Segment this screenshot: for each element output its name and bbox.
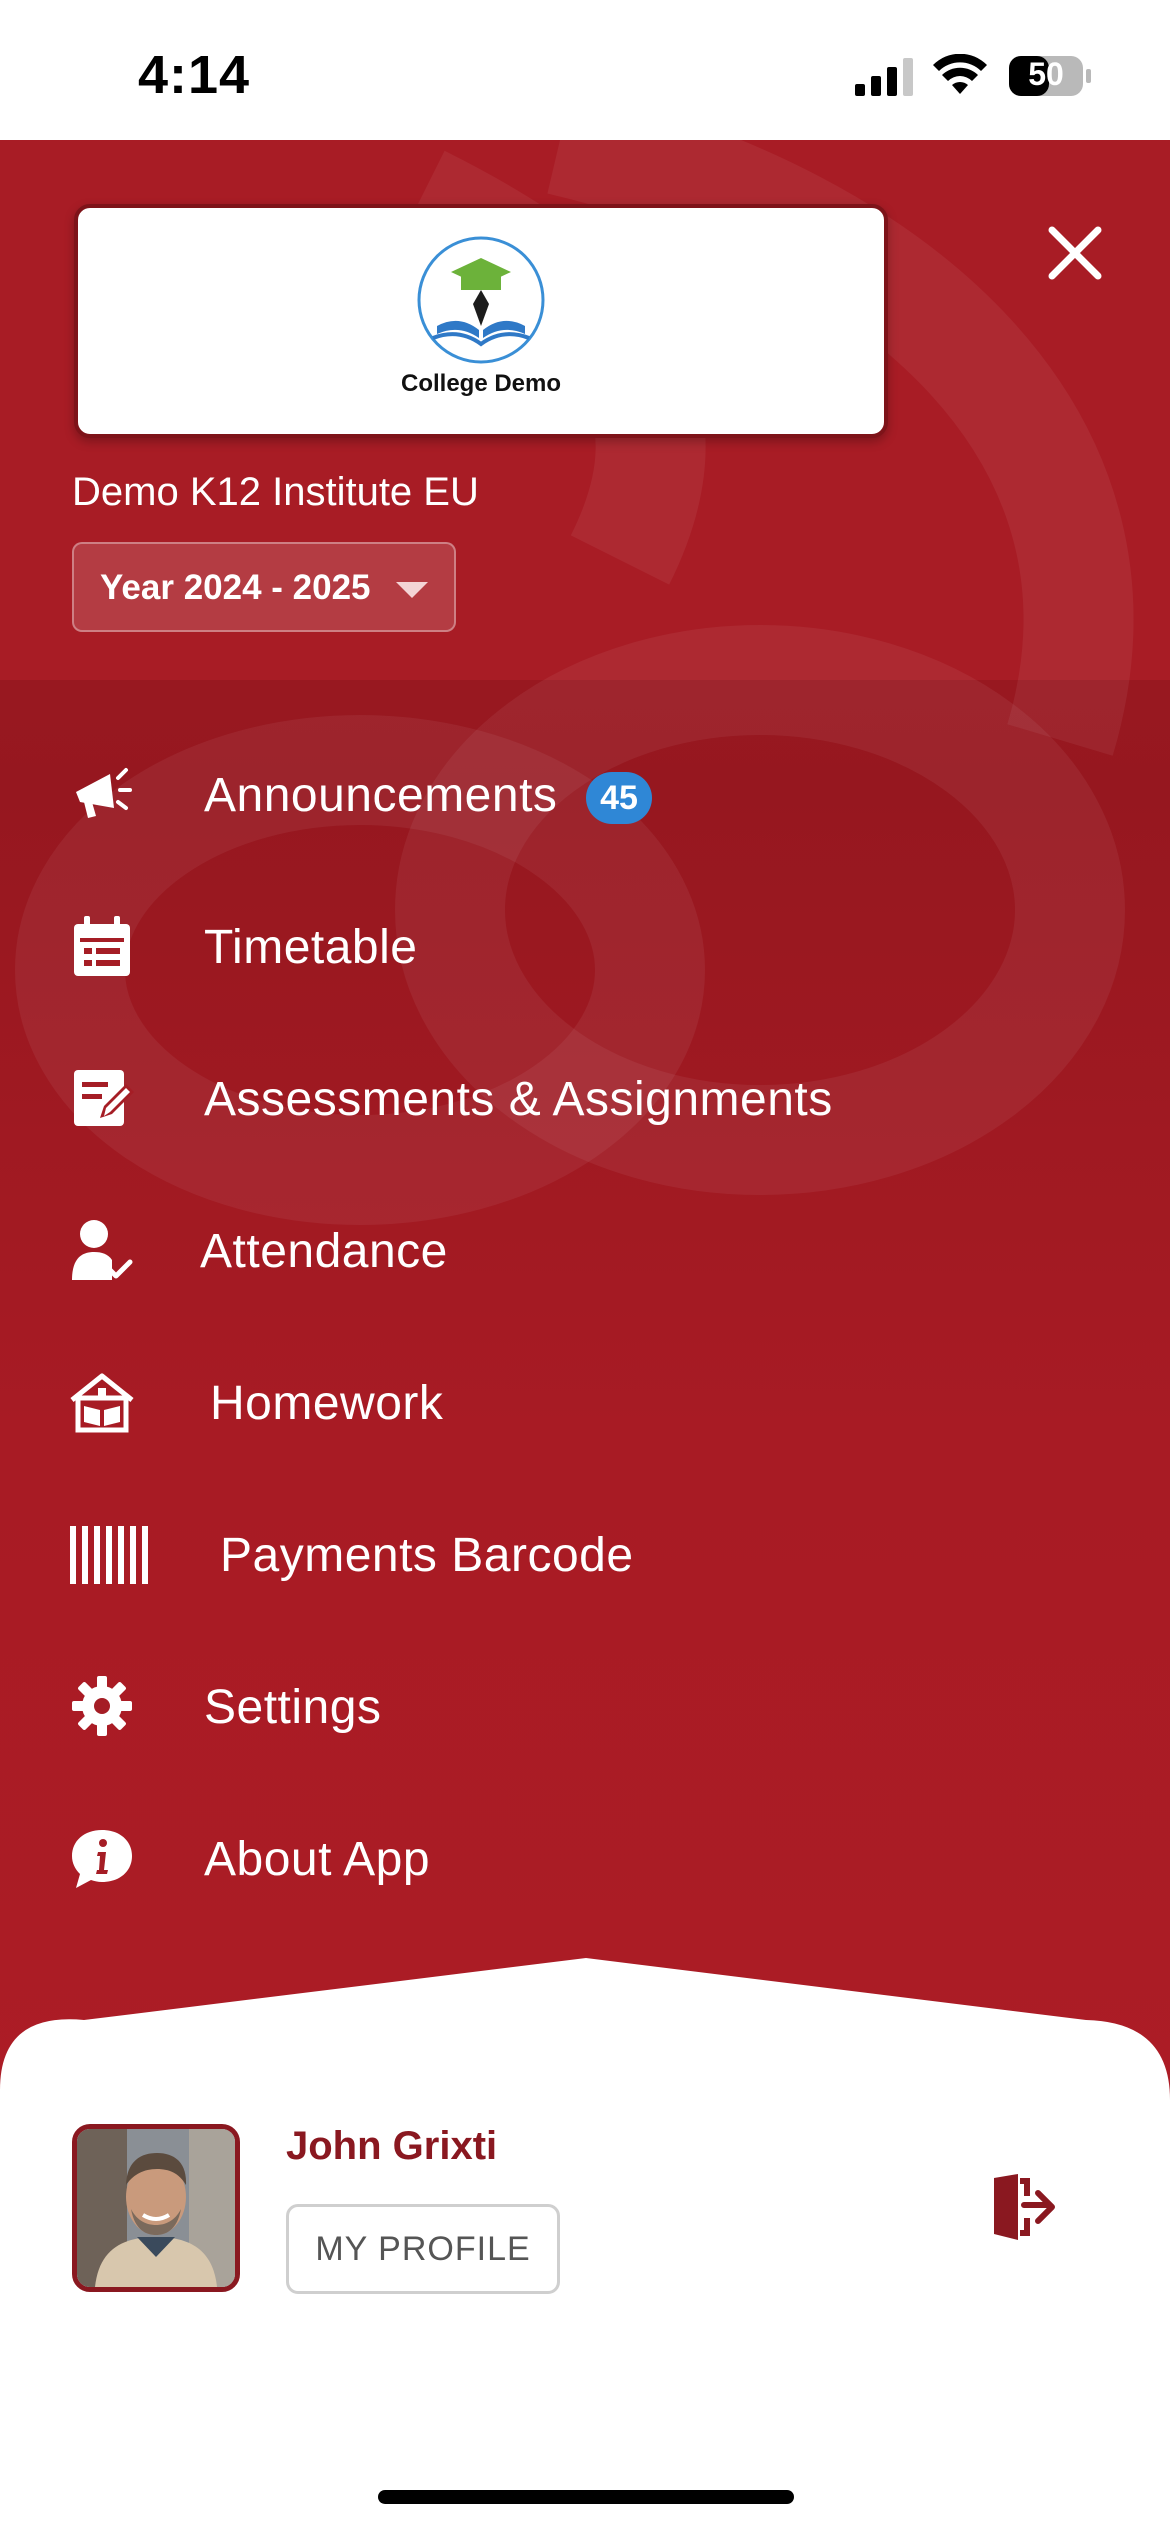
announcements-count-badge: 45 [586,772,652,824]
menu-label-payments-barcode: Payments Barcode [220,1529,634,1582]
institution-logo-card: College Demo [74,204,888,438]
menu-item-assessments[interactable]: Assessments & Assignments [0,1036,1170,1156]
megaphone-icon [76,768,132,818]
close-icon[interactable] [1040,218,1110,288]
avatar[interactable] [72,2124,240,2292]
menu-item-homework[interactable]: Homework [0,1340,1170,1460]
logo-text: College Demo [400,370,562,397]
chevron-down-icon [396,582,428,598]
user-name: John Grixti [286,2124,498,2168]
menu-item-payments-barcode[interactable]: Payments Barcode [0,1492,1170,1612]
edit-document-icon [74,1070,134,1126]
my-profile-button[interactable]: MY PROFILE [286,2204,560,2294]
institute-name: Demo K12 Institute EU [72,470,479,514]
status-time: 4:14 [138,45,251,105]
barcode-icon [70,1526,148,1584]
menu-item-settings[interactable]: Settings [0,1644,1170,1764]
menu-item-timetable[interactable]: Timetable [0,884,1170,1004]
menu-label-timetable: Timetable [204,921,418,974]
cellular-signal-icon [855,58,913,96]
menu-item-announcements[interactable]: Announcements 45 [0,732,1170,852]
menu-label-settings: Settings [204,1681,382,1734]
wifi-icon [933,54,987,94]
menu-item-attendance[interactable]: Attendance [0,1188,1170,1308]
gear-icon [72,1676,132,1736]
menu-label-announcements: Announcements [204,769,558,822]
calendar-icon [74,916,130,976]
menu-label-attendance: Attendance [200,1225,448,1278]
person-check-icon [72,1220,133,1280]
user-photo [77,2129,235,2287]
battery-percent: 50 [1028,56,1064,92]
logout-icon[interactable] [990,2172,1060,2242]
academic-year-select[interactable]: Year 2024 - 2025 [72,542,456,632]
status-bar: 4:14 50 [0,0,1170,140]
info-chat-icon [72,1830,132,1888]
academic-year-value: Year 2024 - 2025 [100,568,371,607]
menu-label-homework: Homework [210,1377,444,1430]
home-indicator [378,2490,794,2504]
graduation-cap-logo [417,236,545,364]
school-house-icon [70,1373,134,1433]
menu-label-about-app: About App [204,1833,431,1886]
menu-item-about-app[interactable]: About App [0,1796,1170,1916]
menu-label-assessments: Assessments & Assignments [204,1073,833,1126]
